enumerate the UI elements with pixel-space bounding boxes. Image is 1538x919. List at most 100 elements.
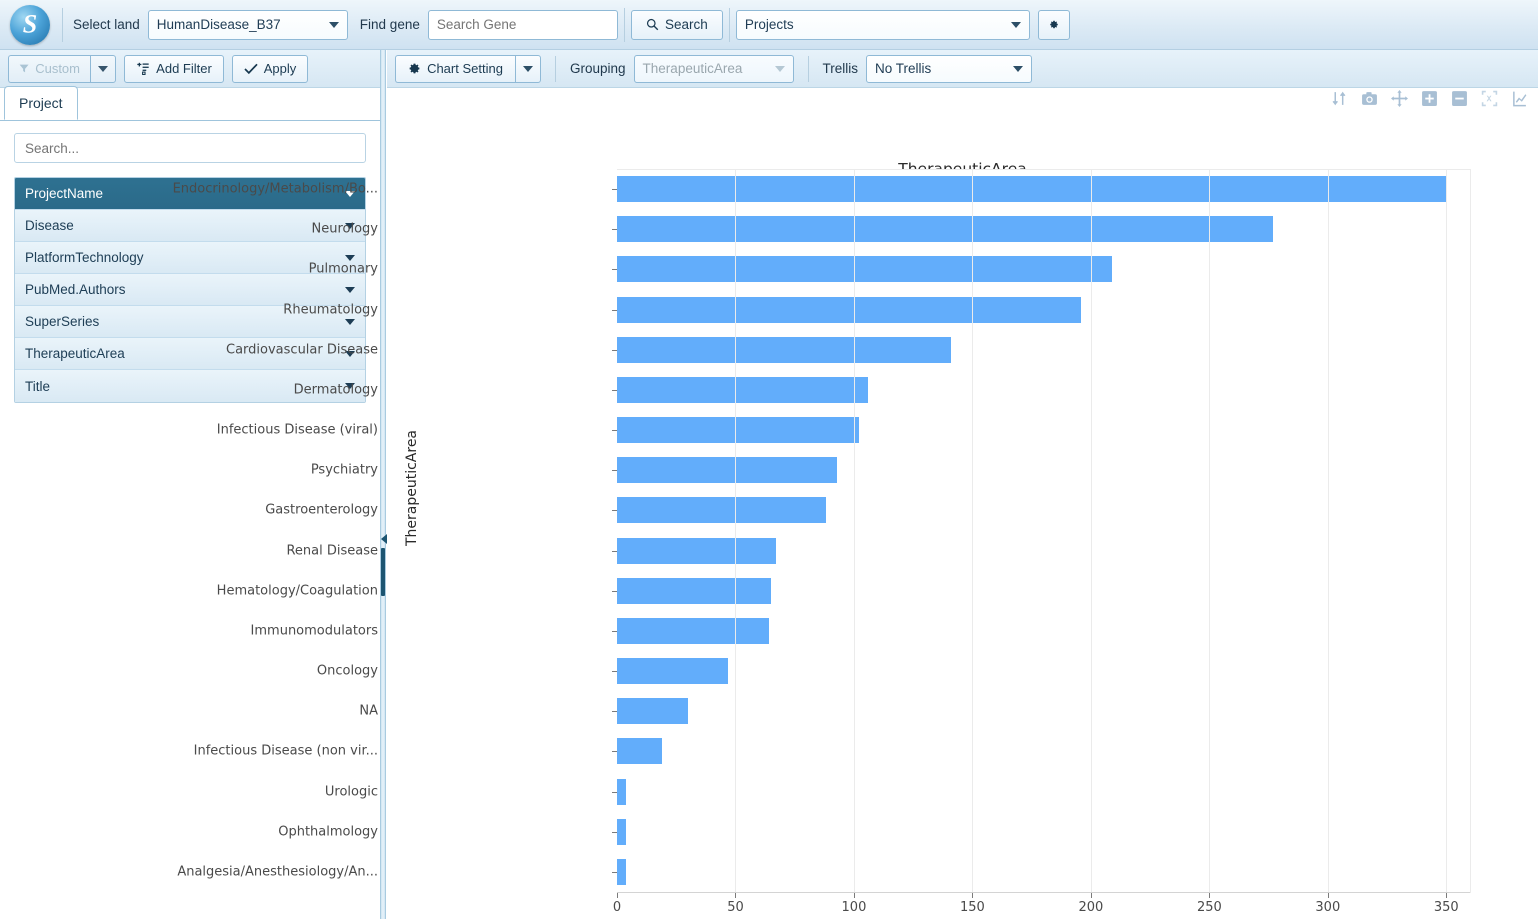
add-filter-icon [137,62,149,75]
bar[interactable] [617,296,1082,323]
x-gridline [972,169,974,892]
bar[interactable] [617,858,627,885]
x-tick-label: 200 [1078,900,1104,915]
y-tick [612,470,617,472]
x-gridline [853,169,855,892]
y-tick-label: Dermatology [293,382,378,398]
x-axis-line [617,892,1470,893]
projects-select[interactable]: Projects [735,9,1030,40]
x-tick-label: 100 [841,900,867,915]
field-list: ProjectName Disease PlatformTechnology P… [14,177,366,403]
left-tabstrip: Project [0,86,380,121]
x-gridline [1090,169,1092,892]
bar[interactable] [617,336,952,363]
filter-toolbar: Custom Add Filter Apply [0,50,380,88]
y-tick-label: Endocrinology/Metabolism/Bo... [172,181,378,197]
splitter-grip[interactable] [381,548,385,596]
add-filter-button[interactable]: Add Filter [124,54,224,83]
x-tick-label: 300 [1315,900,1341,915]
bar[interactable] [617,417,859,444]
panel-splitter[interactable] [380,50,387,919]
x-tick [1327,893,1329,898]
bar[interactable] [617,457,838,484]
y-tick-label: Cardiovascular Disease [226,342,378,358]
custom-filter-label: Custom [35,61,80,76]
y-tick [612,389,617,391]
y-tick-label: Rheumatology [283,302,378,318]
land-select[interactable]: HumanDisease_B37 [147,9,348,40]
custom-filter-dropdown[interactable] [90,54,116,83]
field-label: PlatformTechnology [25,250,144,265]
tab-project-label: Project [19,95,63,111]
y-tick [612,430,617,432]
search-button-label: Search [664,17,708,32]
app-logo-icon [10,4,50,45]
add-filter-label: Add Filter [156,61,212,76]
chevron-down-icon [98,65,108,72]
bar[interactable] [617,497,826,524]
y-tick [612,189,617,191]
y-tick-label: Urologic [324,784,378,800]
search-button[interactable]: Search [630,9,723,40]
y-tick-label: Immunomodulators [250,623,378,639]
bar[interactable] [617,376,869,403]
left-panel: Custom Add Filter Apply Project Search..… [0,50,380,919]
land-select-value: HumanDisease_B37 [156,17,281,32]
x-gridline [1446,169,1448,892]
y-tick-label: Ophthalmology [278,824,378,840]
y-tick-label: Neurology [311,221,379,237]
find-gene-label: Find gene [359,17,420,32]
bar[interactable] [617,176,1447,203]
y-tick [612,229,617,231]
apply-label: Apply [263,61,297,76]
custom-filter-split-button[interactable]: Custom [8,54,116,83]
search-icon [646,18,659,31]
settings-button[interactable] [1037,9,1070,40]
y-tick [612,751,617,753]
top-toolbar: Select land HumanDisease_B37 Find gene S… [0,0,1538,50]
toolbar-divider-2 [623,7,625,42]
select-land-label: Select land [73,17,140,32]
bars-container [387,169,1538,892]
x-tick [1446,893,1448,898]
chevron-down-icon [328,21,339,28]
x-tick-label: 150 [959,900,985,915]
field-label: Disease [25,218,74,233]
search-gene-input[interactable] [427,9,618,40]
y-tick [612,269,617,271]
bar[interactable] [617,818,627,845]
custom-filter-button[interactable]: Custom [8,54,90,83]
bar[interactable] [617,537,776,564]
y-tick-label: Infectious Disease (viral) [216,422,378,438]
bar[interactable] [617,577,771,604]
field-label: SuperSeries [25,314,100,329]
x-tick [972,893,974,898]
y-tick [612,349,617,351]
y-tick [612,831,617,833]
bar[interactable] [617,658,729,685]
toolbar-divider-3 [728,7,730,42]
bar[interactable] [617,778,627,805]
x-tick [853,893,855,898]
field-label: PubMed.Authors [25,282,126,297]
x-tick [735,893,737,898]
apply-button[interactable]: Apply [232,54,308,83]
bar[interactable] [617,216,1274,243]
left-search-wrap [0,121,380,163]
x-tick-label: 350 [1433,900,1459,915]
y-tick-label: Renal Disease [286,543,378,559]
y-tick [612,510,617,512]
left-search-input[interactable] [14,133,366,163]
y-tick [612,590,617,592]
bar[interactable] [617,738,663,765]
tab-project[interactable]: Project [4,86,78,120]
application-window: Select land HumanDisease_B37 Find gene S… [0,0,1538,919]
bar-chart: TherapeuticArea 0 50 100 150 200 250 300 350 En… [173,50,1538,919]
toolbar-divider [62,7,63,42]
bar[interactable] [617,256,1113,283]
chevron-down-icon [345,254,355,261]
y-tick-label: Gastroenterology [265,502,378,518]
bar[interactable] [617,698,689,725]
bar[interactable] [617,617,769,644]
y-tick [612,871,617,873]
